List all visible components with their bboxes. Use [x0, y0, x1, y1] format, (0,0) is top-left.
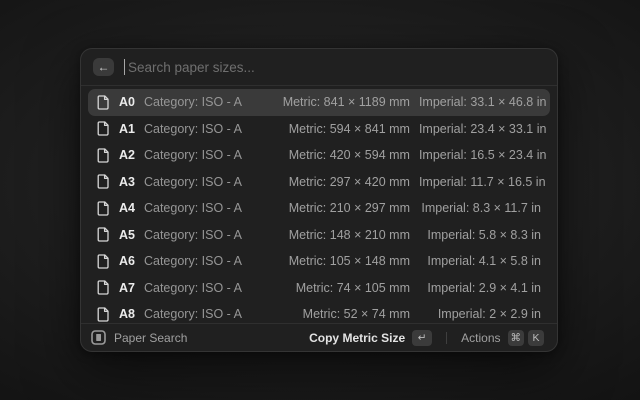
document-icon: [97, 148, 110, 163]
document-icon: [97, 227, 110, 242]
paper-size-name: A7: [119, 281, 135, 295]
imperial-size-value: Imperial: 11.7 × 16.5 in: [419, 175, 546, 189]
actions-label: Actions: [461, 331, 500, 345]
metric-size-value: Metric: 594 × 841 mm: [260, 122, 410, 136]
document-icon: [97, 280, 110, 295]
paper-size-category: Category: ISO - A: [144, 254, 242, 268]
paper-size-category: Category: ISO - A: [144, 228, 242, 242]
paper-size-list: A0 Category: ISO - A Metric: 841 × 1189 …: [81, 86, 557, 323]
paper-size-category: Category: ISO - A: [144, 175, 242, 189]
metric-size-value: Metric: 74 × 105 mm: [260, 281, 410, 295]
paper-size-row[interactable]: A2 Category: ISO - A Metric: 420 × 594 m…: [88, 142, 550, 169]
actions-button[interactable]: Actions ⌘ K: [458, 328, 547, 348]
metric-size-value: Metric: 105 × 148 mm: [260, 254, 410, 268]
metric-size-value: Metric: 420 × 594 mm: [260, 148, 410, 162]
paper-size-row[interactable]: A0 Category: ISO - A Metric: 841 × 1189 …: [88, 89, 550, 116]
paper-size-category: Category: ISO - A: [144, 148, 242, 162]
k-key-icon: K: [528, 330, 544, 346]
paper-size-name: A2: [119, 148, 135, 162]
footer-bar: Paper Search Copy Metric Size ↵ Actions …: [81, 324, 557, 351]
imperial-size-value: Imperial: 4.1 × 5.8 in: [419, 254, 541, 268]
actions-shortcut: ⌘ K: [508, 330, 545, 346]
search-bar: ←: [81, 49, 557, 85]
paper-size-row[interactable]: A6 Category: ISO - A Metric: 105 × 148 m…: [88, 248, 550, 275]
imperial-size-value: Imperial: 8.3 × 11.7 in: [419, 201, 541, 215]
paper-size-category: Category: ISO - A: [144, 307, 242, 321]
app-name-label: Paper Search: [114, 331, 187, 345]
imperial-size-value: Imperial: 2.9 × 4.1 in: [419, 281, 541, 295]
document-icon: [97, 174, 110, 189]
paper-size-row[interactable]: A1 Category: ISO - A Metric: 594 × 841 m…: [88, 116, 550, 143]
paper-size-row[interactable]: A3 Category: ISO - A Metric: 297 × 420 m…: [88, 169, 550, 196]
search-field-wrap: [124, 59, 545, 75]
metric-size-value: Metric: 210 × 297 mm: [260, 201, 410, 215]
footer-action-divider: [446, 332, 447, 344]
imperial-size-value: Imperial: 2 × 2.9 in: [419, 307, 541, 321]
paper-size-name: A5: [119, 228, 135, 242]
paper-size-name: A1: [119, 122, 135, 136]
document-icon: [97, 95, 110, 110]
paper-size-name: A4: [119, 201, 135, 215]
paper-size-name: A6: [119, 254, 135, 268]
metric-size-value: Metric: 841 × 1189 mm: [260, 95, 410, 109]
paper-size-name: A0: [119, 95, 135, 109]
enter-key-icon: ↵: [412, 330, 432, 346]
paper-size-category: Category: ISO - A: [144, 122, 242, 136]
command-palette-window: ← A0 Category: ISO - A Metric: 841 × 118…: [80, 48, 558, 352]
back-arrow-icon: ←: [98, 58, 110, 76]
paper-size-row[interactable]: A5 Category: ISO - A Metric: 148 × 210 m…: [88, 222, 550, 249]
document-icon: [97, 201, 110, 216]
copy-metric-size-label: Copy Metric Size: [309, 331, 405, 345]
document-icon: [97, 254, 110, 269]
paper-size-category: Category: ISO - A: [144, 201, 242, 215]
paper-size-row[interactable]: A7 Category: ISO - A Metric: 74 × 105 mm…: [88, 275, 550, 302]
imperial-size-value: Imperial: 5.8 × 8.3 in: [419, 228, 541, 242]
paper-size-category: Category: ISO - A: [144, 95, 242, 109]
metric-size-value: Metric: 297 × 420 mm: [260, 175, 410, 189]
paper-size-category: Category: ISO - A: [144, 281, 242, 295]
imperial-size-value: Imperial: 33.1 × 46.8 in: [419, 95, 547, 109]
paper-size-row[interactable]: A4 Category: ISO - A Metric: 210 × 297 m…: [88, 195, 550, 222]
copy-metric-size-button[interactable]: Copy Metric Size ↵: [306, 328, 435, 348]
text-caret: [124, 59, 125, 75]
metric-size-value: Metric: 52 × 74 mm: [260, 307, 410, 321]
paper-size-name: A8: [119, 307, 135, 321]
paper-size-row[interactable]: A8 Category: ISO - A Metric: 52 × 74 mm …: [88, 301, 550, 323]
cmd-key-icon: ⌘: [508, 330, 525, 346]
document-icon: [97, 121, 110, 136]
back-button[interactable]: ←: [93, 58, 114, 76]
imperial-size-value: Imperial: 23.4 × 33.1 in: [419, 122, 547, 136]
document-icon: [97, 307, 110, 322]
metric-size-value: Metric: 148 × 210 mm: [260, 228, 410, 242]
imperial-size-value: Imperial: 16.5 × 23.4 in: [419, 148, 547, 162]
paper-search-app-icon: [91, 330, 106, 345]
paper-size-name: A3: [119, 175, 135, 189]
search-input[interactable]: [126, 60, 545, 75]
